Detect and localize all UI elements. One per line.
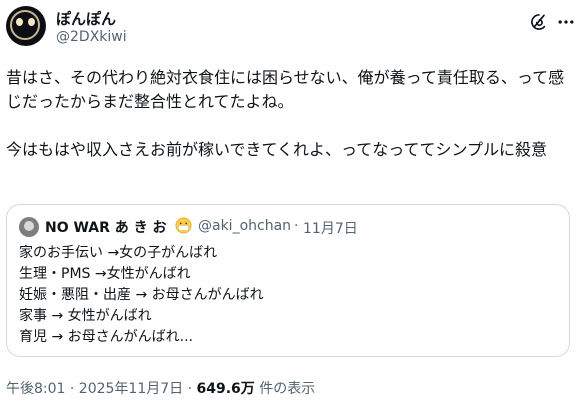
quote-separator: · — [294, 218, 299, 234]
tweet-meta: 午後8:01 · 2025年11月7日 · 649.6万 件の表示 — [6, 378, 315, 398]
author-avatar[interactable] — [6, 6, 46, 46]
grok-icon[interactable] — [529, 12, 549, 32]
quote-author-name: NO WAR あ き お — [45, 220, 167, 236]
quote-line: 家事 → 女性がんばれ — [19, 308, 152, 324]
quote-line: 育児 → お母さんがんばれ... — [19, 329, 193, 345]
view-count-suffix: 件の表示 — [254, 381, 316, 397]
tweet-text: 昔はさ、その代わり絶対衣食住には困らせない、俺が養って責任取る、って感じだったか… — [6, 68, 565, 159]
more-options-icon[interactable] — [556, 12, 576, 32]
quote-line: 妊娠・悪阻・出産 → お母さんがんばれ — [19, 287, 264, 303]
quote-date[interactable]: 11月7日 — [303, 218, 358, 238]
tweet-header: ぽんぽん @2DXkiwi — [6, 6, 577, 52]
quote-line: 生理・PMS →女性がんばれ — [19, 266, 191, 282]
avatar-ring — [10, 10, 40, 40]
quote-text: 家のお手伝い →女の子がんばれ 生理・PMS →女性がんばれ 妊娠・悪阻・出産 … — [19, 243, 559, 348]
quote-avatar-face — [24, 221, 34, 231]
tweet-timestamp[interactable]: 午後8:01 · 2025年11月7日 · — [6, 381, 197, 397]
quote-author-avatar — [19, 217, 39, 237]
mask-face-emoji-icon — [175, 217, 192, 234]
quote-tweet-card[interactable]: NO WAR あ き お @aki_ohchan · 11月7日 家のお手伝い … — [6, 204, 570, 357]
quote-line: 家のお手伝い →女の子がんばれ — [19, 245, 218, 261]
avatar-eye-left — [16, 18, 23, 26]
view-count: 649.6万 — [196, 381, 255, 397]
avatar-eye-right — [28, 18, 35, 26]
quote-author-handle: @aki_ohchan — [198, 218, 292, 234]
author-display-name[interactable]: ぽんぽん — [56, 8, 116, 29]
author-handle[interactable]: @2DXkiwi — [56, 29, 127, 45]
